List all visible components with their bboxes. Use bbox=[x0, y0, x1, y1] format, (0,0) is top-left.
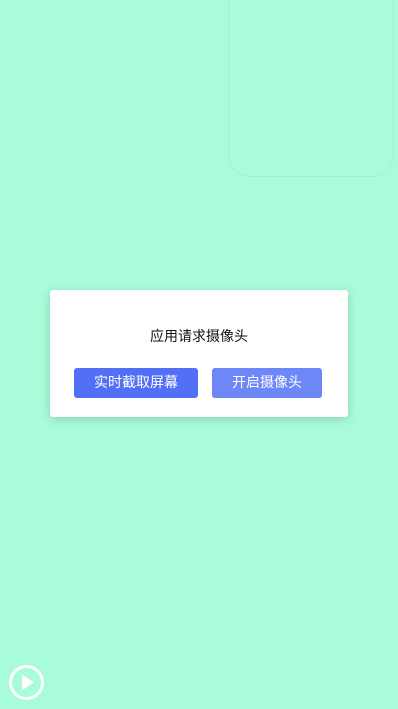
play-circle-icon bbox=[9, 665, 44, 700]
play-button[interactable] bbox=[8, 664, 45, 701]
dialog-title: 应用请求摄像头 bbox=[150, 329, 248, 345]
camera-request-dialog: 应用请求摄像头 实时截取屏幕 开启摄像头 bbox=[50, 290, 348, 417]
open-camera-button[interactable]: 开启摄像头 bbox=[212, 368, 322, 398]
background-card bbox=[228, 0, 394, 177]
capture-screen-button[interactable]: 实时截取屏幕 bbox=[74, 368, 198, 398]
